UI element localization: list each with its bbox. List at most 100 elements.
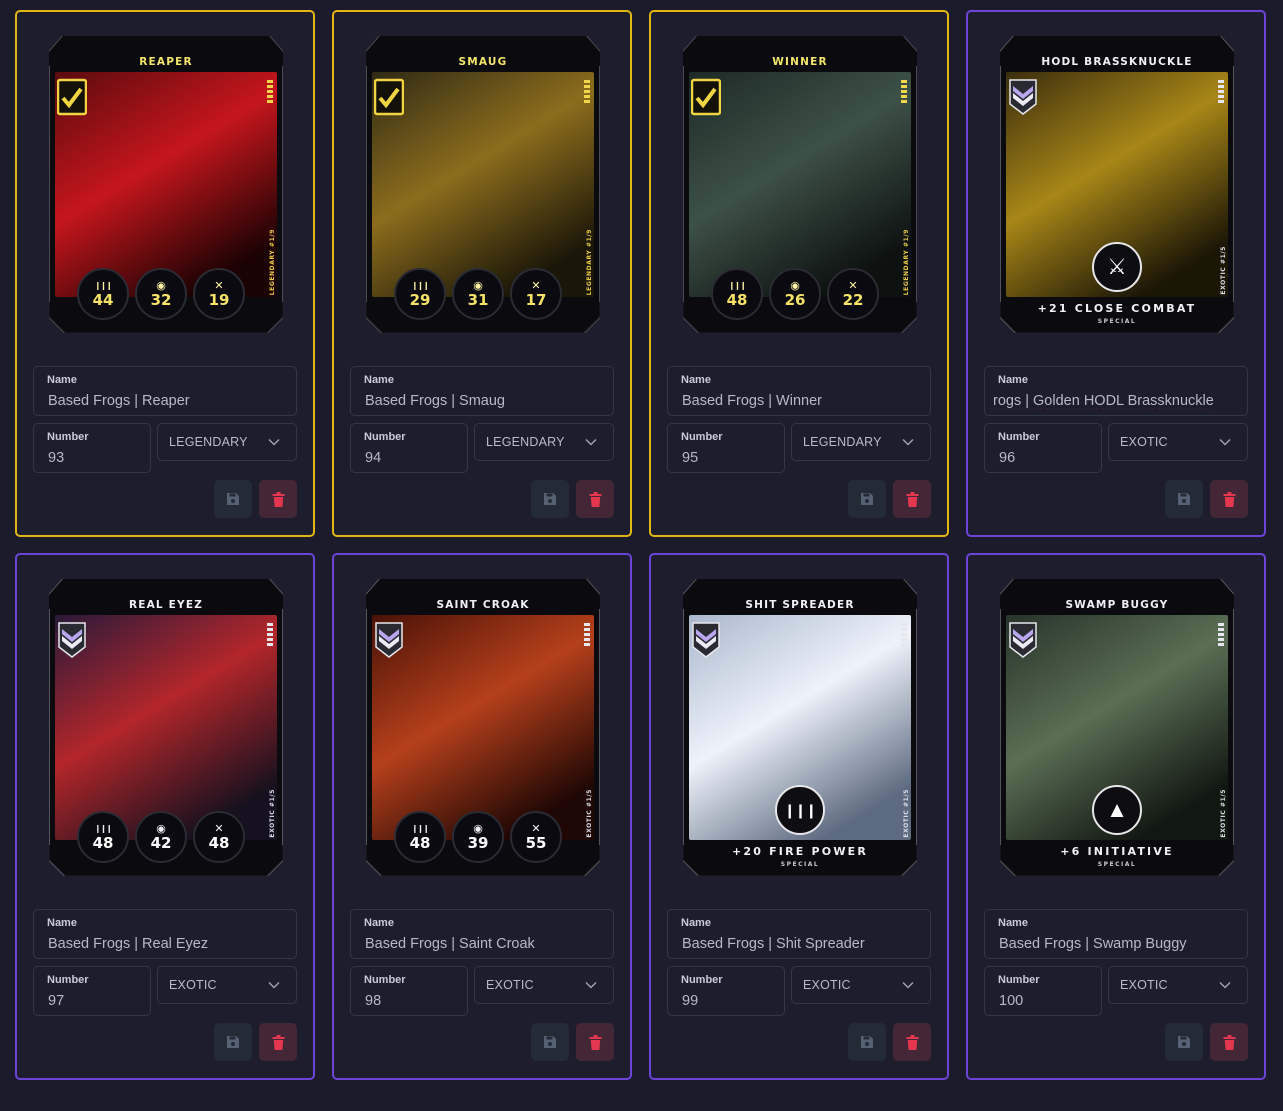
special-bonus: ❙❙❙ +20 FIRE POWER SPECIAL [683, 785, 917, 868]
save-button[interactable] [1165, 480, 1203, 518]
number-field[interactable]: Number 93 [33, 423, 151, 473]
name-field[interactable]: Name Based Frogs | Shit Spreader [667, 909, 931, 959]
close-combat-icon: ✕ [214, 822, 224, 835]
rank-insignia-icon [1008, 78, 1038, 116]
stat-value: 26 [784, 290, 806, 309]
name-input[interactable]: Based Frogs | Real Eyez [48, 936, 288, 952]
save-button[interactable] [1165, 1023, 1203, 1061]
number-input[interactable]: 97 [48, 993, 142, 1009]
trash-icon [906, 1034, 918, 1050]
delete-button[interactable] [893, 480, 931, 518]
number-input[interactable]: 96 [999, 450, 1093, 466]
number-field[interactable]: Number 94 [350, 423, 468, 473]
name-field[interactable]: Name Based Frogs | Saint Croak [350, 909, 614, 959]
close-combat-icon: ✕ [531, 279, 541, 292]
number-field[interactable]: Number 98 [350, 966, 468, 1016]
stat-badge: ◉ 31 [452, 268, 504, 320]
stat-badge: ❙❙❙ 44 [77, 268, 129, 320]
delete-button[interactable] [1210, 1023, 1248, 1061]
save-button[interactable] [531, 1023, 569, 1061]
rarity-select[interactable]: LEGENDARY [791, 423, 931, 461]
stat-badge: ❙❙❙ 48 [711, 268, 763, 320]
card-editor-panel: SWAMP BUGGY EXOTIC #1/5 ▲ +6 INITIATIVE SP… [966, 553, 1266, 1080]
rank-insignia-icon [57, 78, 87, 116]
card-stats: ❙❙❙ 44 ◉ 32 ✕ 19 [77, 268, 245, 320]
name-input[interactable]: Based Frogs | Smaug [365, 393, 605, 409]
rarity-select[interactable]: EXOTIC [474, 966, 614, 1004]
card-stats: ❙❙❙ 48 ◉ 26 ✕ 22 [711, 268, 879, 320]
close-combat-icon: ✕ [214, 279, 224, 292]
save-button[interactable] [531, 480, 569, 518]
stat-value: 31 [467, 290, 489, 309]
name-input[interactable]: Based Frogs | Shit Spreader [682, 936, 922, 952]
rank-insignia-icon [691, 621, 721, 659]
special-kind: SPECIAL [780, 861, 820, 868]
eye-icon: ◉ [156, 822, 166, 835]
delete-button[interactable] [576, 1023, 614, 1061]
rarity-pips [901, 623, 907, 646]
rarity-select[interactable]: LEGENDARY [474, 423, 614, 461]
name-field[interactable]: Name Based Frogs | Winner [667, 366, 931, 416]
number-field[interactable]: Number 95 [667, 423, 785, 473]
rank-insignia-icon [374, 78, 404, 116]
stat-value: 48 [726, 290, 748, 309]
rarity-pips [901, 80, 907, 103]
name-input[interactable]: Based Frogs | Winner [682, 393, 922, 409]
chevron-down-icon [268, 438, 280, 446]
number-field[interactable]: Number 96 [984, 423, 1102, 473]
rarity-pips [267, 80, 273, 103]
crossed-swords-icon: ⚔ [1092, 242, 1142, 292]
rarity-pips [1218, 623, 1224, 646]
number-field[interactable]: Number 100 [984, 966, 1102, 1016]
rarity-select[interactable]: EXOTIC [1108, 423, 1248, 461]
edition-label: EXOTIC #1/5 [586, 789, 593, 838]
save-button[interactable] [214, 1023, 252, 1061]
card-stats: ❙❙❙ 29 ◉ 31 ✕ 17 [394, 268, 562, 320]
stat-badge: ✕ 22 [827, 268, 879, 320]
eye-icon: ◉ [473, 279, 483, 292]
rarity-select[interactable]: LEGENDARY [157, 423, 297, 461]
rarity-select[interactable]: EXOTIC [157, 966, 297, 1004]
delete-button[interactable] [893, 1023, 931, 1061]
number-input[interactable]: 95 [682, 450, 776, 466]
delete-button[interactable] [259, 480, 297, 518]
rarity-select[interactable]: EXOTIC [791, 966, 931, 1004]
number-field[interactable]: Number 97 [33, 966, 151, 1016]
delete-button[interactable] [259, 1023, 297, 1061]
name-field[interactable]: Name rogs | Golden HODL Brassknuckle [984, 366, 1248, 416]
card-editor-panel: HODL BRASSKNUCKLE EXOTIC #1/5 ⚔ +21 CLOSE… [966, 10, 1266, 537]
delete-button[interactable] [1210, 480, 1248, 518]
number-input[interactable]: 94 [365, 450, 459, 466]
number-input[interactable]: 93 [48, 450, 142, 466]
number-input[interactable]: 98 [365, 993, 459, 1009]
card-stats: ❙❙❙ 48 ◉ 39 ✕ 55 [394, 811, 562, 863]
name-input[interactable]: Based Frogs | Swamp Buggy [999, 936, 1239, 952]
name-input[interactable]: Based Frogs | Reaper [48, 393, 288, 409]
save-button[interactable] [848, 480, 886, 518]
number-field[interactable]: Number 99 [667, 966, 785, 1016]
delete-button[interactable] [576, 480, 614, 518]
stat-value: 42 [150, 833, 172, 852]
name-label: Name [681, 917, 711, 929]
number-input[interactable]: 100 [999, 993, 1093, 1009]
number-input[interactable]: 99 [682, 993, 776, 1009]
name-field[interactable]: Name Based Frogs | Swamp Buggy [984, 909, 1248, 959]
save-button[interactable] [214, 480, 252, 518]
save-button[interactable] [848, 1023, 886, 1061]
edition-label: LEGENDARY #1/9 [903, 228, 910, 295]
rarity-pips [1218, 80, 1224, 103]
name-field[interactable]: Name Based Frogs | Real Eyez [33, 909, 297, 959]
card-preview: WINNER LEGENDARY #1/9 ❙❙❙ 48 ◉ 26 ✕ 22 [683, 36, 917, 333]
rarity-select-value: LEGENDARY [803, 435, 882, 449]
number-label: Number [681, 431, 723, 443]
card-title: SWAMP BUGGY [1065, 599, 1169, 611]
rarity-select[interactable]: EXOTIC [1108, 966, 1248, 1004]
name-field[interactable]: Name Based Frogs | Reaper [33, 366, 297, 416]
name-field[interactable]: Name Based Frogs | Smaug [350, 366, 614, 416]
name-input[interactable]: Based Frogs | Saint Croak [365, 936, 605, 952]
stat-value: 22 [842, 290, 864, 309]
floppy-disk-icon [227, 1036, 239, 1048]
name-input[interactable]: rogs | Golden HODL Brassknuckle [993, 393, 1239, 409]
name-label: Name [364, 917, 394, 929]
stat-badge: ◉ 26 [769, 268, 821, 320]
